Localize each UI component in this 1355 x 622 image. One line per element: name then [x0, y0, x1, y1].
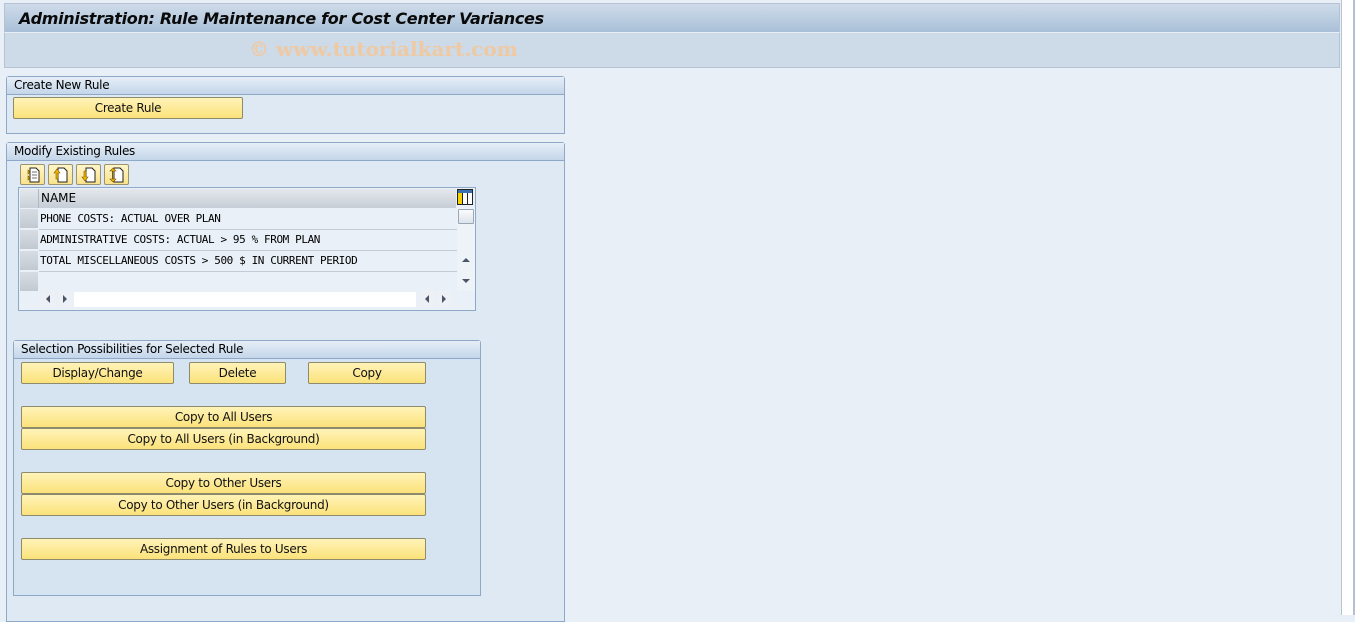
scroll-right-button[interactable] [58, 291, 72, 307]
move-down-button[interactable] [76, 164, 101, 185]
arrow-left-icon [425, 295, 429, 303]
horizontal-scrollbar[interactable] [39, 291, 474, 309]
select-all-cell[interactable] [20, 189, 39, 208]
insert-rule-icon [27, 167, 40, 183]
watermark: © www.tutorialkart.com [249, 37, 518, 61]
arrow-right-icon [63, 295, 67, 303]
move-up-icon [53, 167, 68, 183]
table-row[interactable]: PHONE COSTS: ACTUAL OVER PLAN [39, 209, 457, 230]
move-up-down-icon [109, 167, 124, 183]
arrow-left-icon [46, 295, 50, 303]
table-row[interactable] [39, 272, 457, 292]
create-rule-button[interactable]: Create Rule [13, 97, 243, 119]
arrow-down-icon [462, 279, 470, 283]
group-title: Modify Existing Rules [7, 143, 564, 161]
row-selector[interactable] [20, 251, 38, 271]
application-toolbar: © www.tutorialkart.com [4, 33, 1340, 68]
row-selector[interactable] [20, 272, 38, 292]
table-row[interactable]: ADMINISTRATIVE COSTS: ACTUAL > 95 % FROM… [39, 230, 457, 251]
scroll-track[interactable] [74, 292, 416, 307]
move-up-down-button[interactable] [104, 164, 129, 185]
group-title: Create New Rule [7, 77, 564, 95]
copy-to-other-users-button[interactable]: Copy to Other Users [21, 472, 426, 494]
move-down-icon [81, 167, 96, 183]
column-header-name[interactable]: NAME [39, 189, 456, 208]
scroll-left-end-button[interactable] [420, 291, 434, 307]
arrow-right-icon [442, 295, 446, 303]
scroll-left-button[interactable] [41, 291, 55, 307]
page-title: Administration: Rule Maintenance for Cos… [19, 9, 544, 28]
scroll-down-button[interactable] [457, 271, 475, 291]
insert-rule-button[interactable] [20, 164, 45, 185]
assignment-of-rules-button[interactable]: Assignment of Rules to Users [21, 538, 426, 560]
scroll-up-button[interactable] [457, 250, 475, 270]
scroll-thumb[interactable] [458, 209, 474, 224]
scroll-right-end-button[interactable] [437, 291, 451, 307]
table-settings-icon [457, 189, 473, 205]
copy-button[interactable]: Copy [308, 362, 426, 384]
row-selector[interactable] [20, 230, 38, 250]
create-new-rule-group: Create New Rule Create Rule [6, 76, 565, 134]
selection-possibilities-group: Selection Possibilities for Selected Rul… [13, 340, 481, 596]
group-title: Selection Possibilities for Selected Rul… [14, 341, 480, 359]
move-up-button[interactable] [48, 164, 73, 185]
vertical-scrollbar[interactable] [457, 208, 475, 291]
modify-existing-rules-group: Modify Existing Rules NAME PHONE COSTS: … [6, 142, 565, 622]
table-row[interactable]: TOTAL MISCELLANEOUS COSTS > 500 $ IN CUR… [39, 251, 457, 272]
display-change-button[interactable]: Display/Change [21, 362, 174, 384]
delete-button[interactable]: Delete [189, 362, 286, 384]
rules-table: NAME PHONE COSTS: ACTUAL OVER PLAN ADMIN… [18, 187, 476, 311]
copy-to-all-users-background-button[interactable]: Copy to All Users (in Background) [21, 428, 426, 450]
column-settings-button[interactable] [457, 189, 473, 206]
arrow-up-icon [462, 258, 470, 262]
copy-to-all-users-button[interactable]: Copy to All Users [21, 406, 426, 428]
title-bar: Administration: Rule Maintenance for Cos… [4, 3, 1340, 33]
row-selector[interactable] [20, 209, 38, 229]
side-strip [1342, 0, 1353, 615]
copy-to-other-users-background-button[interactable]: Copy to Other Users (in Background) [21, 494, 426, 516]
